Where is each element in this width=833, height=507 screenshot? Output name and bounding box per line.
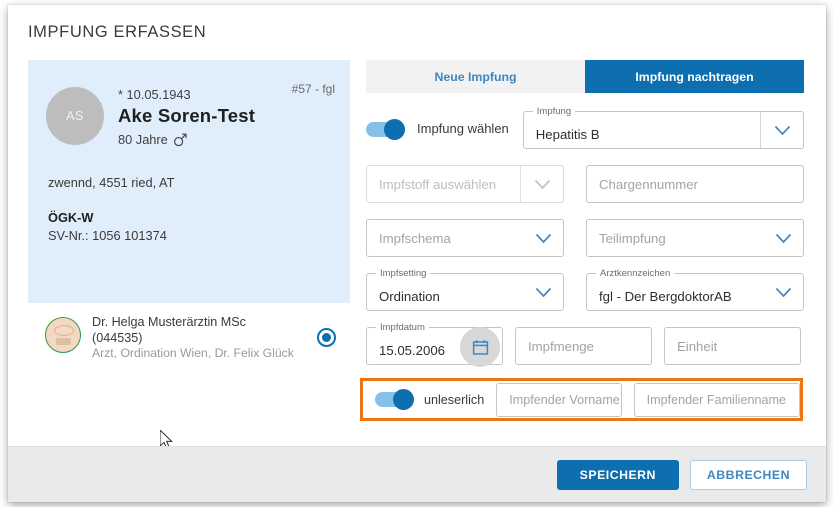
doctor-name: Dr. Helga Musterärztin MSc (044535) [92, 315, 246, 346]
impfung-waehlen-toggle[interactable] [366, 122, 403, 137]
impfung-select[interactable]: Impfung Hepatitis B [523, 111, 804, 149]
chevron-down-icon[interactable] [535, 233, 552, 244]
impfender-vorname-placeholder: Impfender Vorname [497, 393, 620, 407]
unleserlich-toggle[interactable] [375, 392, 412, 407]
arztkennzeichen-label: Arztkennzeichen [596, 268, 674, 279]
tab-impfung-nachtragen[interactable]: Impfung nachtragen [585, 60, 804, 93]
page-title: IMPFUNG ERFASSEN [28, 23, 206, 42]
patient-avatar: AS [46, 87, 104, 145]
chevron-down-icon [534, 179, 551, 190]
impfdatum-input[interactable]: Impfdatum 15.05.2006 [366, 327, 503, 365]
teilimpfung-placeholder: Teilimpfung [587, 231, 666, 246]
patient-card: AS #57 - fgl * 10.05.1943 Ake Soren-Test… [28, 60, 350, 303]
patient-birthdate: * 10.05.1943 [118, 87, 191, 102]
schema-teilimpfung-row: Impfschema Teilimpfung [366, 219, 804, 257]
arztkennzeichen-value: fgl - Der BergdoktorAB [587, 281, 732, 304]
einheit-placeholder: Einheit [665, 339, 717, 354]
dialog-footer: SPEICHERN ABBRECHEN [8, 446, 826, 502]
male-icon [173, 132, 188, 147]
impfender-familienname-input[interactable]: Impfender Familienname [634, 383, 800, 417]
teilimpfung-select[interactable]: Teilimpfung [586, 219, 804, 257]
impfender-familienname-placeholder: Impfender Familienname [635, 393, 786, 407]
doctor-name-line1: Dr. Helga Musterärztin MSc [92, 315, 246, 331]
patient-insurer: ÖGK-W [48, 210, 94, 225]
doctor-role: Arzt, Ordination Wien, Dr. Felix Glück [92, 346, 294, 360]
chargennummer-placeholder: Chargennummer [587, 177, 698, 192]
impfschema-placeholder: Impfschema [367, 231, 451, 246]
impfstoff-select[interactable]: Impfstoff auswählen [366, 165, 564, 203]
impfung-dropdown-button[interactable] [761, 125, 803, 136]
impfdatum-value: 15.05.2006 [367, 335, 445, 358]
unleserlich-label: unleserlich [424, 393, 484, 407]
impfsetting-label: Impfsetting [376, 268, 430, 279]
doctor-name-line2: (044535) [92, 331, 246, 347]
radio-inner-dot [322, 333, 331, 342]
impfstoff-dropdown-button[interactable] [521, 179, 563, 190]
doctor-radio-button[interactable] [317, 328, 336, 347]
impfstoff-placeholder: Impfstoff auswählen [367, 177, 496, 192]
calendar-icon [472, 339, 489, 356]
tab-bar: Neue Impfung Impfung nachtragen [366, 60, 804, 93]
impfung-waehlen-label: Impfung wählen [417, 121, 509, 136]
patient-address: zwennd, 4551 ried, AT [48, 175, 174, 190]
patient-sv-number: SV-Nr.: 1056 101374 [48, 228, 167, 243]
patient-age-row: 80 Jahre [118, 132, 188, 147]
impfmenge-placeholder: Impfmenge [516, 339, 594, 354]
impfender-vorname-input[interactable]: Impfender Vorname [496, 383, 621, 417]
unleserlich-highlight-group: unleserlich Impfender Vorname Impfender … [360, 378, 803, 421]
impfung-select-label: Impfung [533, 106, 575, 117]
mouse-cursor [160, 430, 174, 446]
doctor-selection-row[interactable]: Dr. Helga Musterärztin MSc (044535) Arzt… [28, 315, 350, 365]
cancel-button[interactable]: ABBRECHEN [690, 460, 807, 490]
impfung-select-value: Hepatitis B [524, 119, 600, 142]
impfdatum-label: Impfdatum [376, 322, 429, 333]
impfstoff-charge-row: Impfstoff auswählen Chargennummer [366, 165, 804, 203]
patient-age: 80 Jahre [118, 132, 168, 147]
impfmenge-input[interactable]: Impfmenge [515, 327, 652, 365]
chevron-down-icon[interactable] [775, 233, 792, 244]
impfsetting-select[interactable]: Impfsetting Ordination [366, 273, 564, 311]
vaccination-form: Neue Impfung Impfung nachtragen Impfung … [366, 60, 804, 421]
doctor-avatar [45, 317, 81, 353]
chevron-down-icon[interactable] [535, 287, 552, 298]
impfsetting-value: Ordination [367, 281, 440, 304]
chevron-down-icon [774, 125, 791, 136]
einheit-input[interactable]: Einheit [664, 327, 801, 365]
tab-neue-impfung[interactable]: Neue Impfung [366, 60, 585, 93]
impfung-erfassen-dialog: IMPFUNG ERFASSEN AS #57 - fgl * 10.05.19… [8, 5, 826, 502]
chevron-down-icon[interactable] [775, 287, 792, 298]
setting-arzt-row: Impfsetting Ordination Arztkennzeichen f… [366, 273, 804, 311]
chargennummer-input[interactable]: Chargennummer [586, 165, 804, 203]
patient-name: Ake Soren-Test [118, 105, 255, 127]
impfschema-select[interactable]: Impfschema [366, 219, 564, 257]
impfung-waehlen-row: Impfung wählen Impfung Hepatitis B [366, 111, 804, 149]
calendar-picker-button[interactable] [460, 327, 500, 367]
dialog-body: IMPFUNG ERFASSEN AS #57 - fgl * 10.05.19… [8, 5, 826, 446]
patient-id-label: #57 - fgl [292, 82, 335, 96]
toggle-knob [393, 389, 414, 410]
save-button[interactable]: SPEICHERN [557, 460, 679, 490]
toggle-knob [384, 119, 405, 140]
datum-menge-einheit-row: Impfdatum 15.05.2006 Impfmenge [366, 327, 804, 365]
arztkennzeichen-select[interactable]: Arztkennzeichen fgl - Der BergdoktorAB [586, 273, 804, 311]
